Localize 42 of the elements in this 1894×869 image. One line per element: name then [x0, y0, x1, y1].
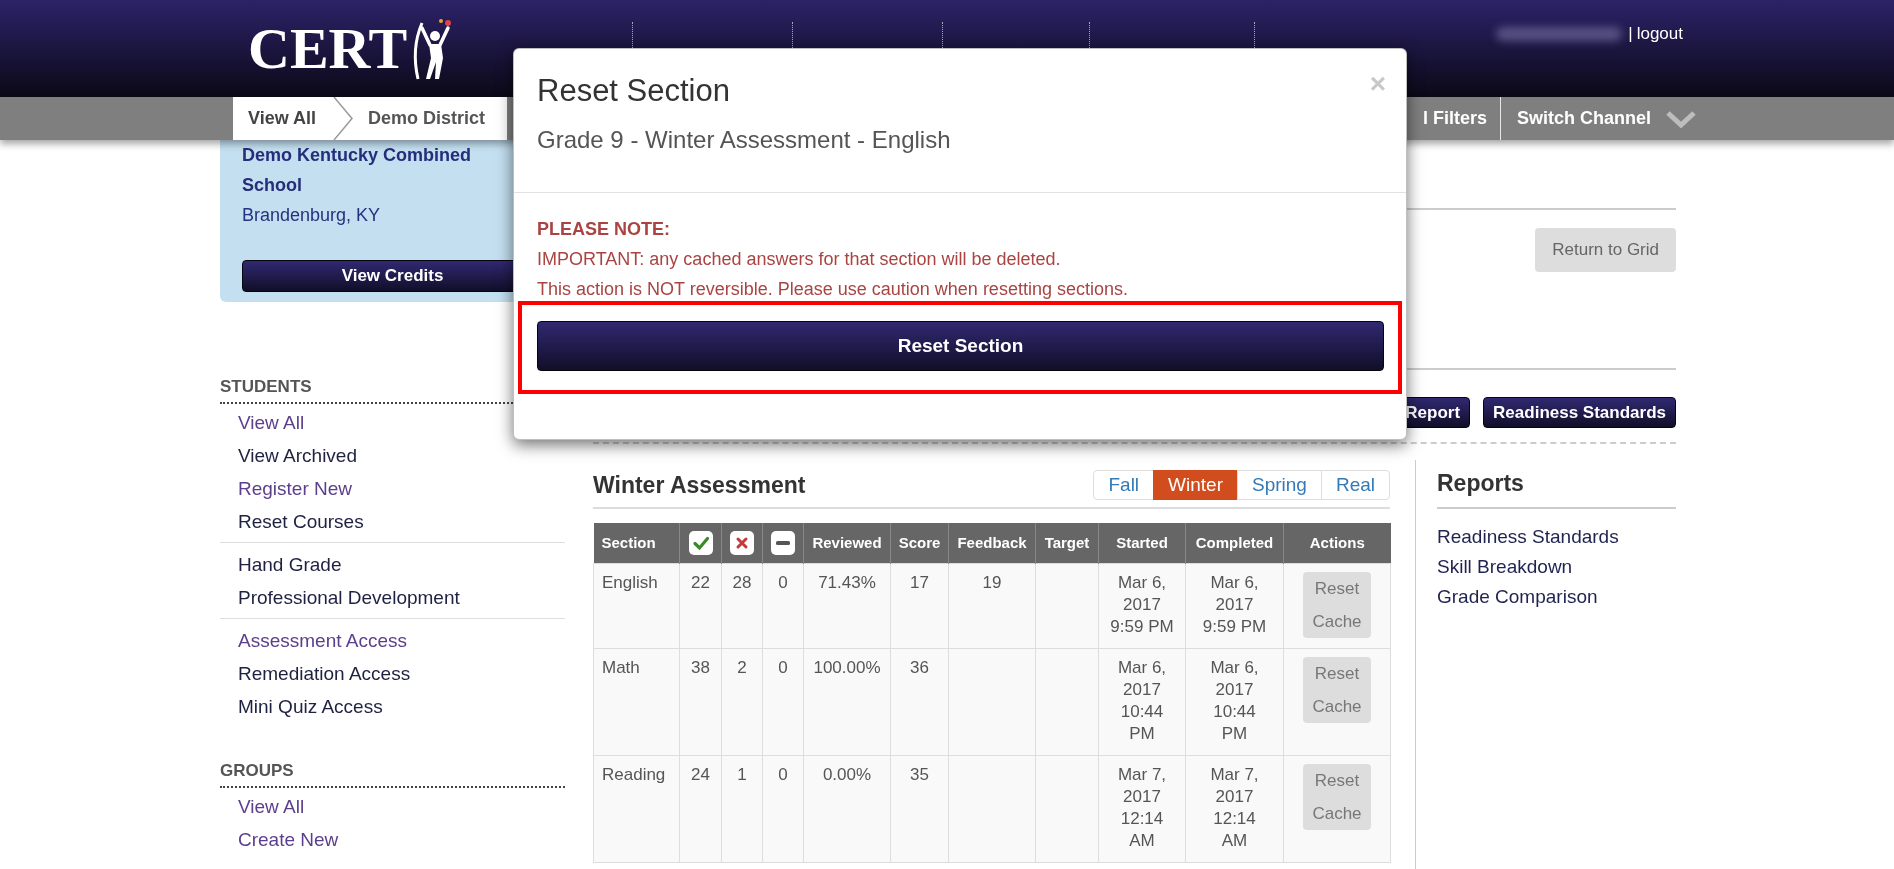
table-cell: Math	[593, 648, 680, 755]
reports-heading: Reports	[1437, 460, 1676, 509]
table-cell: 100.00%	[803, 648, 891, 755]
column-header: Actions	[1283, 523, 1391, 563]
table-cell: Mar 6, 2017 10:44 PM	[1185, 648, 1284, 755]
table-cell: 2	[721, 648, 763, 755]
table-cell: 35	[890, 755, 949, 862]
table-cell: 0.00%	[803, 755, 891, 862]
table-cell: Mar 7, 2017 12:14 AM	[1098, 755, 1186, 862]
table-cell: 0	[762, 755, 804, 862]
table-cell: 19	[948, 563, 1036, 648]
column-header: Score	[890, 523, 949, 563]
column-header: Section	[593, 523, 680, 563]
column-header: Started	[1098, 523, 1186, 563]
column-header: Target	[1035, 523, 1099, 563]
table-cell: Mar 6, 2017 10:44 PM	[1098, 648, 1186, 755]
table-cell: 36	[890, 648, 949, 755]
column-header: Completed	[1185, 523, 1284, 563]
table-cell: Mar 6, 2017 9:59 PM	[1098, 563, 1186, 648]
school-name: Demo Kentucky Combined School	[242, 144, 473, 197]
table-cell: 17	[890, 563, 949, 648]
table-cell: 0	[762, 563, 804, 648]
table-cell: 71.43%	[803, 563, 891, 648]
modal-title: Reset Section	[537, 72, 731, 110]
note-heading: PLEASE NOTE:	[537, 218, 671, 241]
table-cell: 28	[721, 563, 763, 648]
column-header: Feedback	[948, 523, 1036, 563]
table-cell: 0	[762, 648, 804, 755]
table-cell: Mar 6, 2017 9:59 PM	[1185, 563, 1284, 648]
section-heading: GROUPS	[220, 759, 565, 788]
column-header: Reviewed	[803, 523, 891, 563]
modal-subtitle: Grade 9 - Winter Assessment - English	[537, 125, 952, 155]
table-cell: 38	[679, 648, 722, 755]
school-location: Brandenburg, KY	[242, 204, 382, 227]
table-cell: 22	[679, 563, 722, 648]
table-cell: Reading	[593, 755, 680, 862]
table-cell: 1	[721, 755, 763, 862]
assessment-title: Winter Assessment	[593, 471, 806, 500]
table-cell: 24	[679, 755, 722, 862]
separator-text: |	[1628, 23, 1633, 45]
table-cell: English	[593, 563, 680, 648]
table-cell: Mar 7, 2017 12:14 AM	[1185, 755, 1284, 862]
